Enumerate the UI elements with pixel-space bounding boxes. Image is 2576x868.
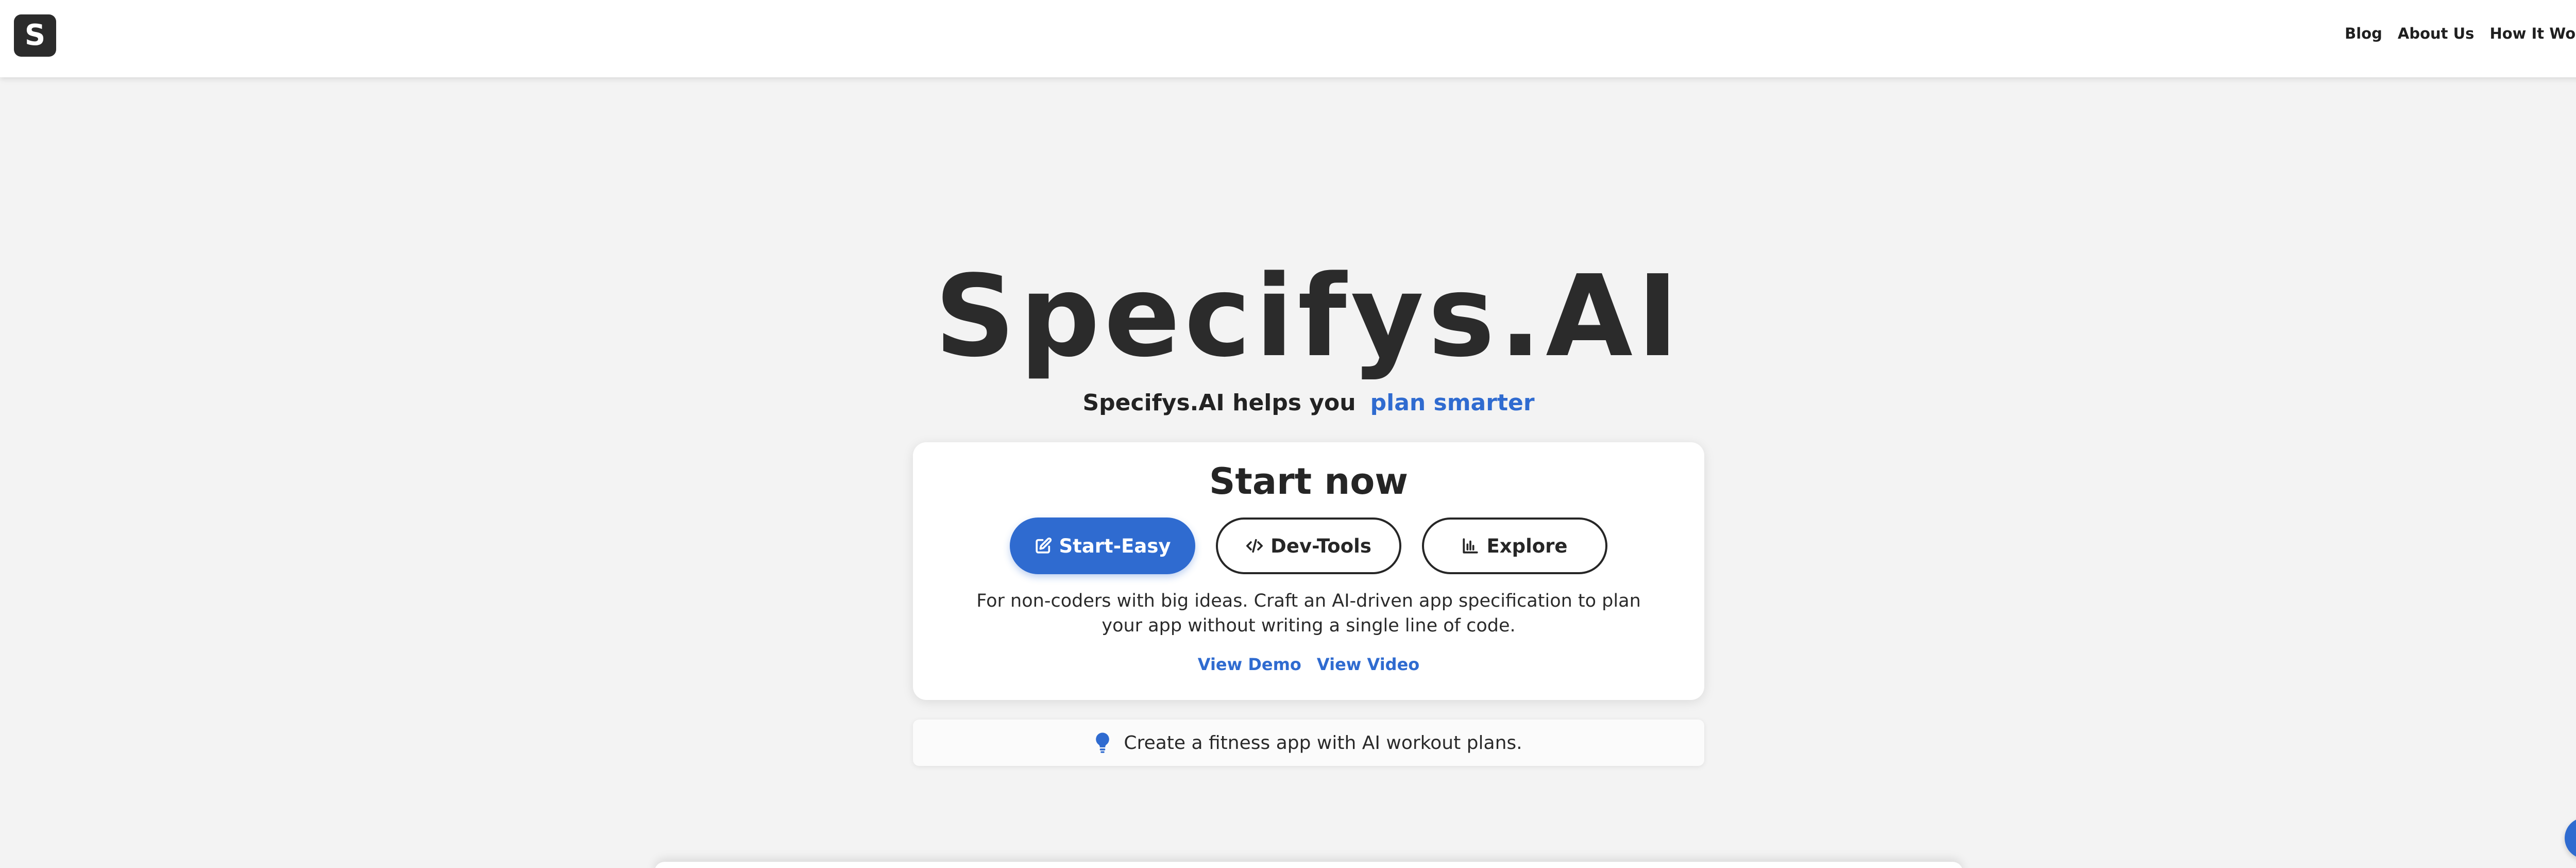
suggestion-text: Create a fitness app with AI workout pla…	[1124, 732, 1522, 754]
dev-tools-label: Dev-Tools	[1270, 535, 1371, 557]
start-easy-button[interactable]: Start-Easy	[1010, 518, 1195, 574]
tagline-prefix: Specifys.AI helps you	[1082, 390, 1356, 416]
site-header: S Blog About Us How It Works	[0, 0, 2576, 77]
card-description: For non-coders with big ideas. Craft an …	[976, 591, 1641, 636]
code-icon	[1246, 539, 1263, 553]
main-nav: Blog About Us How It Works	[2345, 25, 2576, 42]
lightbulb-icon	[1096, 732, 1110, 753]
hero-tagline: Specifys.AI helps you plan smarter	[0, 388, 2576, 419]
card-links: View Demo View Video	[913, 655, 1704, 674]
mode-buttons: Start-Easy Dev-Tools Explore	[913, 518, 1704, 574]
start-card: Start now Start-Easy Dev-Tools Explore F…	[913, 442, 1704, 700]
explore-label: Explore	[1486, 535, 1568, 557]
bar-chart-icon	[1463, 538, 1479, 554]
tagline-accent: plan smarter	[1370, 390, 1535, 416]
next-section-edge	[654, 862, 1963, 868]
explore-button[interactable]: Explore	[1422, 518, 1607, 574]
view-video-link[interactable]: View Video	[1317, 655, 1419, 674]
nav-link-about-us[interactable]: About Us	[2398, 25, 2475, 42]
start-easy-label: Start-Easy	[1059, 535, 1171, 557]
nav-link-how-it-works[interactable]: How It Works	[2489, 25, 2576, 42]
logo[interactable]: S	[14, 14, 56, 57]
card-title: Start now	[1209, 460, 1409, 503]
logo-letter: S	[24, 19, 46, 52]
dev-tools-button[interactable]: Dev-Tools	[1216, 518, 1401, 574]
edit-icon	[1035, 537, 1052, 554]
scroll-down-button[interactable]	[2565, 817, 2576, 859]
view-demo-link[interactable]: View Demo	[1198, 655, 1301, 674]
idea-suggestion[interactable]: Create a fitness app with AI workout pla…	[913, 720, 1704, 766]
hero-title: Specifys.AI	[934, 252, 1683, 382]
nav-link-blog[interactable]: Blog	[2345, 25, 2382, 42]
